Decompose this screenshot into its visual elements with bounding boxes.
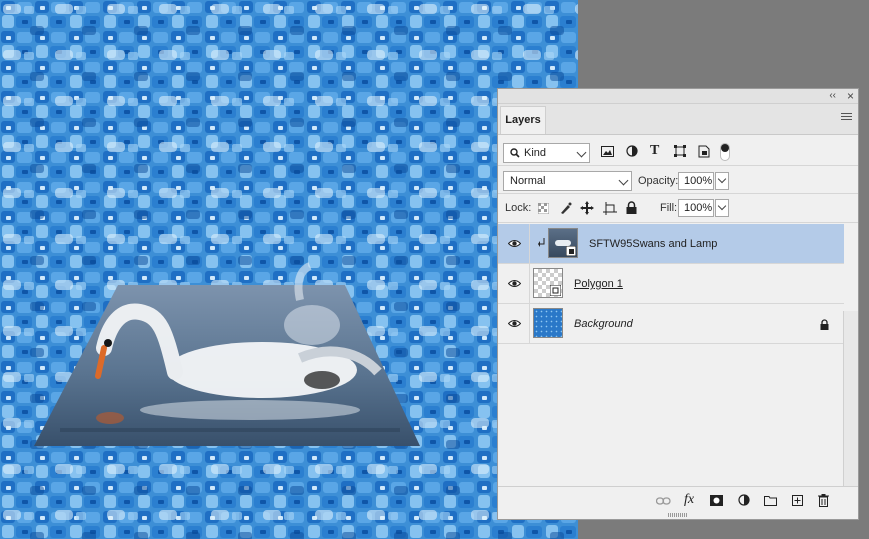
layer-row-polygon[interactable]: Polygon 1 bbox=[498, 264, 844, 304]
layer-name-swans[interactable]: SFTW95Swans and Lamp bbox=[589, 224, 717, 264]
layer-row-background[interactable]: Background bbox=[498, 304, 844, 344]
fill-input[interactable]: 100% bbox=[678, 199, 714, 217]
visibility-toggle[interactable] bbox=[498, 224, 530, 263]
filter-row: Kind T bbox=[498, 135, 858, 165]
eye-icon bbox=[508, 320, 521, 327]
visibility-toggle[interactable] bbox=[498, 304, 530, 343]
canvas-artwork bbox=[0, 0, 578, 539]
new-layer-icon[interactable] bbox=[792, 495, 803, 506]
link-layers-icon[interactable] bbox=[656, 497, 671, 505]
layer-thumbnail-background bbox=[533, 308, 563, 338]
close-panel-icon[interactable]: × bbox=[847, 89, 854, 103]
trash-icon[interactable] bbox=[818, 494, 829, 507]
panel-menu-icon[interactable] bbox=[841, 113, 852, 123]
image-filter-icon[interactable] bbox=[601, 146, 614, 157]
blend-mode-dropdown[interactable]: Normal bbox=[503, 171, 632, 191]
layers-list: SFTW95Swans and Lamp Polygon 1 Backgroun… bbox=[498, 224, 858, 488]
layer-row-swans[interactable]: SFTW95Swans and Lamp bbox=[498, 224, 844, 264]
layer-thumbnail-swans bbox=[548, 228, 578, 258]
lock-all-icon[interactable] bbox=[626, 201, 637, 214]
layer-lock-icon[interactable] bbox=[820, 319, 829, 330]
blend-mode-value: Normal bbox=[510, 175, 546, 187]
fill-dropdown-button[interactable] bbox=[715, 199, 729, 217]
panel-tab-bar: Layers bbox=[498, 104, 858, 135]
lock-artboard-icon[interactable] bbox=[603, 202, 617, 215]
filter-kind-dropdown[interactable]: Kind bbox=[503, 143, 590, 163]
lock-row: Lock: Fill: 100% bbox=[498, 194, 858, 222]
collapse-panel-icon[interactable]: ‹‹ bbox=[829, 89, 836, 103]
layer-mask-icon[interactable] bbox=[710, 495, 723, 506]
fill-label: Fill: bbox=[660, 202, 678, 214]
clipping-arrow-icon bbox=[538, 238, 545, 247]
lock-image-icon[interactable] bbox=[559, 202, 572, 215]
opacity-input[interactable]: 100% bbox=[678, 172, 714, 190]
eye-icon bbox=[508, 240, 521, 247]
tab-layers[interactable]: Layers bbox=[500, 106, 546, 134]
lock-label: Lock: bbox=[505, 202, 532, 214]
visibility-toggle[interactable] bbox=[498, 264, 530, 303]
panel-title-bar[interactable]: ‹‹ × bbox=[498, 89, 858, 104]
lock-transparent-icon[interactable] bbox=[538, 203, 549, 214]
layers-scrollbar[interactable] bbox=[843, 311, 858, 487]
fx-icon[interactable]: fx bbox=[684, 492, 694, 508]
filter-toggle-icon[interactable] bbox=[720, 143, 730, 161]
shape-badge-icon bbox=[550, 285, 561, 296]
panel-resize-grip[interactable] bbox=[668, 513, 688, 517]
document-canvas[interactable] bbox=[0, 0, 578, 539]
opacity-dropdown-button[interactable] bbox=[715, 172, 729, 190]
group-folder-icon[interactable] bbox=[764, 495, 777, 506]
smart-object-filter-icon[interactable] bbox=[698, 145, 710, 158]
filter-kind-label: Kind bbox=[524, 147, 547, 159]
shape-filter-icon[interactable] bbox=[674, 145, 686, 157]
layer-thumbnail-polygon bbox=[533, 268, 563, 298]
search-icon bbox=[510, 148, 520, 158]
eye-icon bbox=[508, 280, 521, 287]
lock-position-icon[interactable] bbox=[580, 201, 594, 215]
layer-name-background[interactable]: Background bbox=[574, 304, 633, 344]
layers-bottom-toolbar: fx bbox=[498, 486, 858, 519]
opacity-label: Opacity: bbox=[638, 175, 679, 187]
adjustment-layer-icon[interactable] bbox=[738, 494, 751, 507]
layer-name-polygon[interactable]: Polygon 1 bbox=[574, 264, 623, 304]
smart-object-badge-icon bbox=[566, 246, 576, 256]
layers-panel: ‹‹ × Layers Kind T Normal Opacity: 100% … bbox=[497, 88, 859, 520]
blend-row: Normal Opacity: 100% bbox=[498, 166, 858, 193]
type-filter-icon[interactable]: T bbox=[650, 143, 659, 159]
adjustment-filter-icon[interactable] bbox=[626, 145, 638, 157]
